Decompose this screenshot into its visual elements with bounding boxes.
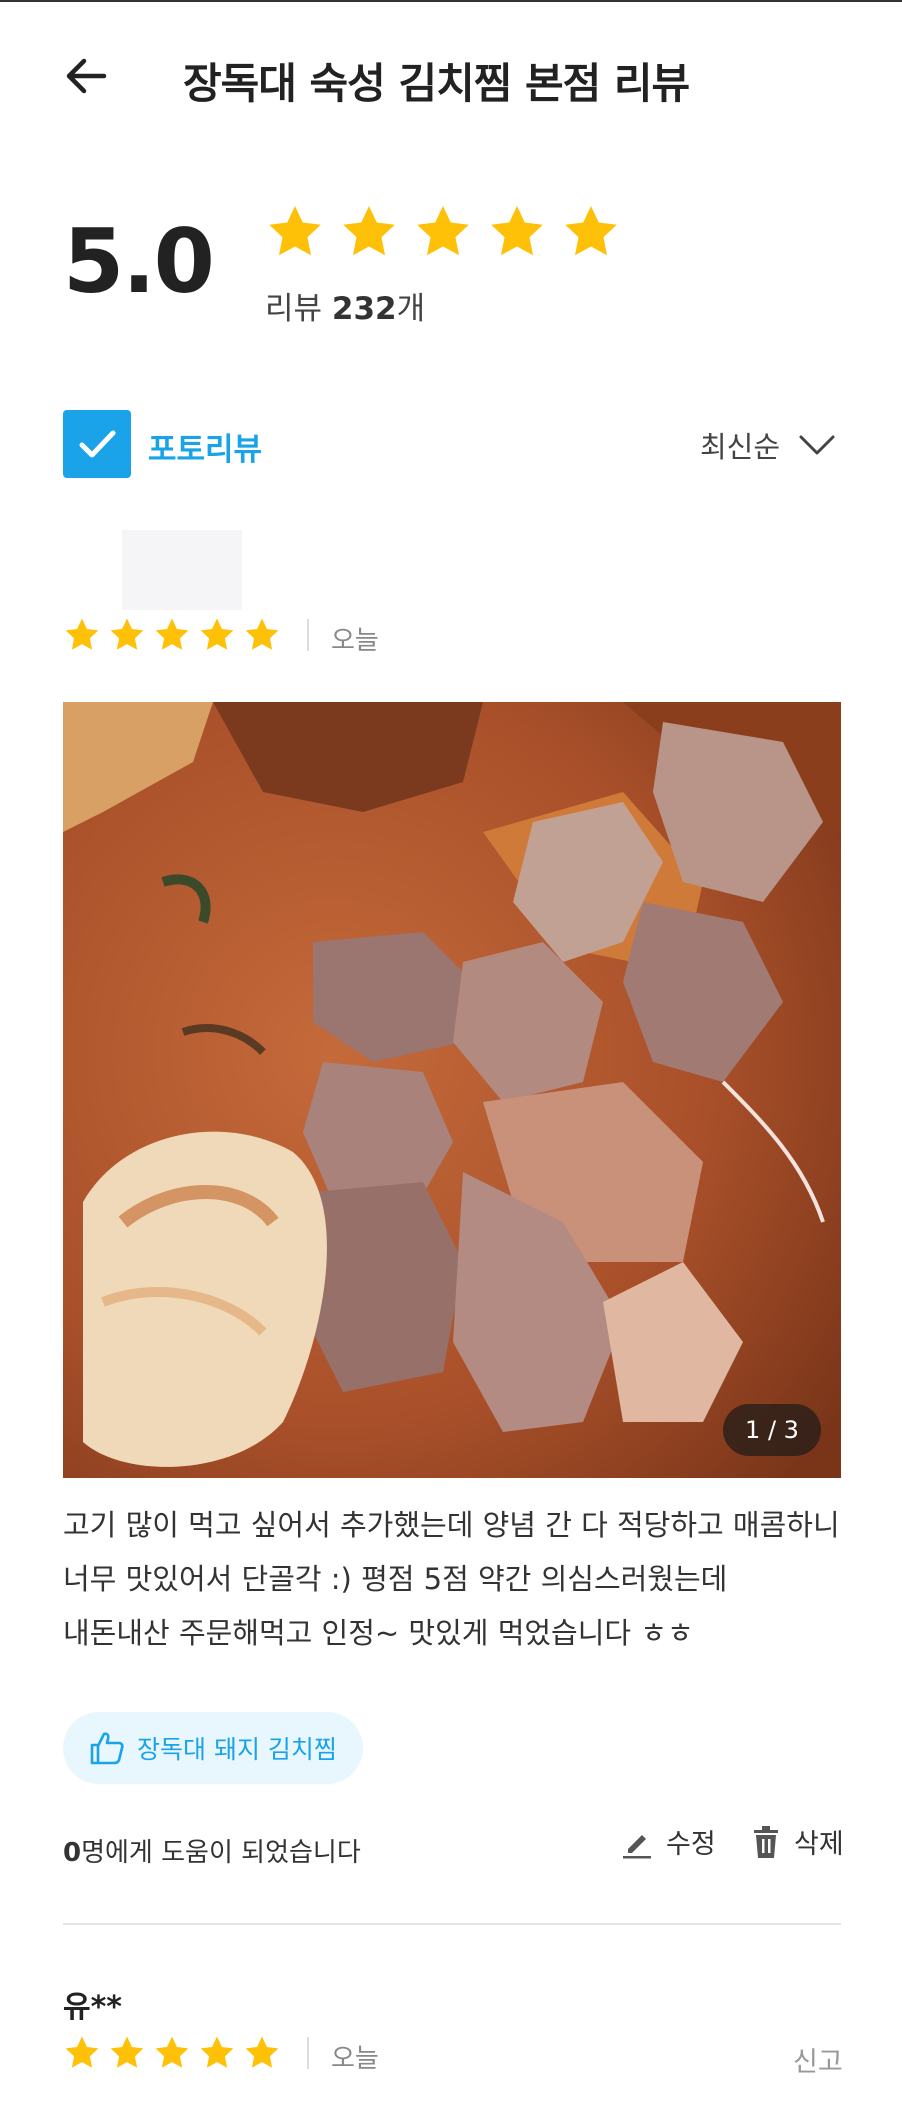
star-icon [110, 618, 144, 650]
review-count-value: 232 [331, 291, 397, 327]
star-icon [65, 2036, 99, 2068]
star-icon [110, 2036, 144, 2068]
photo-review-checkbox[interactable] [63, 410, 131, 478]
rating-summary: 5.0 리뷰 232개 [0, 190, 902, 350]
review-count-prefix: 리뷰 [265, 291, 332, 327]
star-icon [417, 206, 469, 256]
separator [307, 619, 309, 651]
back-arrow-icon [66, 58, 107, 94]
sort-dropdown[interactable]: 최신순 [700, 424, 836, 466]
average-rating: 5.0 [63, 210, 215, 313]
reviewer-name-redacted [122, 530, 242, 610]
food-photo-image [63, 702, 841, 1478]
edit-label: 수정 [666, 1829, 716, 1860]
reviewer-name: 유** [63, 1990, 122, 2025]
review-date: 오늘 [331, 2044, 379, 2074]
star-icon [269, 206, 321, 256]
filter-row: 포토리뷰 최신순 [0, 408, 902, 478]
delete-label: 삭제 [794, 1829, 844, 1860]
separator [307, 2037, 309, 2069]
menu-tag-chip[interactable]: 장독대 돼지 김치찜 [63, 1712, 363, 1784]
pencil-icon [623, 1834, 651, 1858]
star-icon [245, 618, 279, 650]
checkmark-icon [79, 430, 116, 458]
helpful-count: 0명에게 도움이 되었습니다 [63, 1832, 361, 1869]
review-date: 오늘 [331, 626, 379, 656]
thumbs-up-icon [90, 1732, 124, 1765]
average-stars [265, 202, 621, 262]
review-stars [63, 2034, 281, 2072]
star-icon [155, 618, 189, 650]
star-icon [343, 206, 395, 256]
menu-tag-label: 장독대 돼지 김치찜 [137, 1735, 337, 1764]
top-border [0, 0, 902, 2]
star-icon [491, 206, 543, 256]
trash-icon [754, 1825, 778, 1858]
review-photo[interactable]: 1 / 3 [63, 702, 841, 1478]
star-icon [200, 2036, 234, 2068]
star-icon [565, 206, 617, 256]
helpful-count-value: 0 [63, 1838, 82, 1868]
header: 장독대 숙성 김치찜 본점 리뷰 [0, 30, 902, 125]
review-count-suffix: 개 [396, 291, 426, 327]
star-icon [245, 2036, 279, 2068]
review-text: 고기 많이 먹고 싶어서 추가했는데 양념 간 다 적당하고 매콤하니 너무 맛… [63, 1508, 840, 1650]
page-title: 장독대 숙성 김치찜 본점 리뷰 [183, 59, 690, 108]
star-icon [200, 618, 234, 650]
sort-label: 최신순 [700, 430, 781, 464]
chevron-down-icon [799, 435, 835, 455]
review-stars [63, 616, 281, 654]
review-count: 리뷰 232개 [265, 283, 425, 328]
edit-button[interactable]: 수정 [620, 1822, 716, 1861]
photo-counter: 1 / 3 [723, 1404, 821, 1456]
photo-review-label[interactable]: 포토리뷰 [148, 424, 262, 469]
report-button[interactable]: 신고 [793, 2040, 843, 2079]
helpful-count-suffix: 명에게 도움이 되었습니다 [81, 1838, 361, 1868]
star-icon [65, 618, 99, 650]
star-icon [155, 2036, 189, 2068]
back-button[interactable] [58, 48, 114, 104]
delete-button[interactable]: 삭제 [750, 1822, 844, 1861]
review-divider [63, 1923, 841, 1925]
